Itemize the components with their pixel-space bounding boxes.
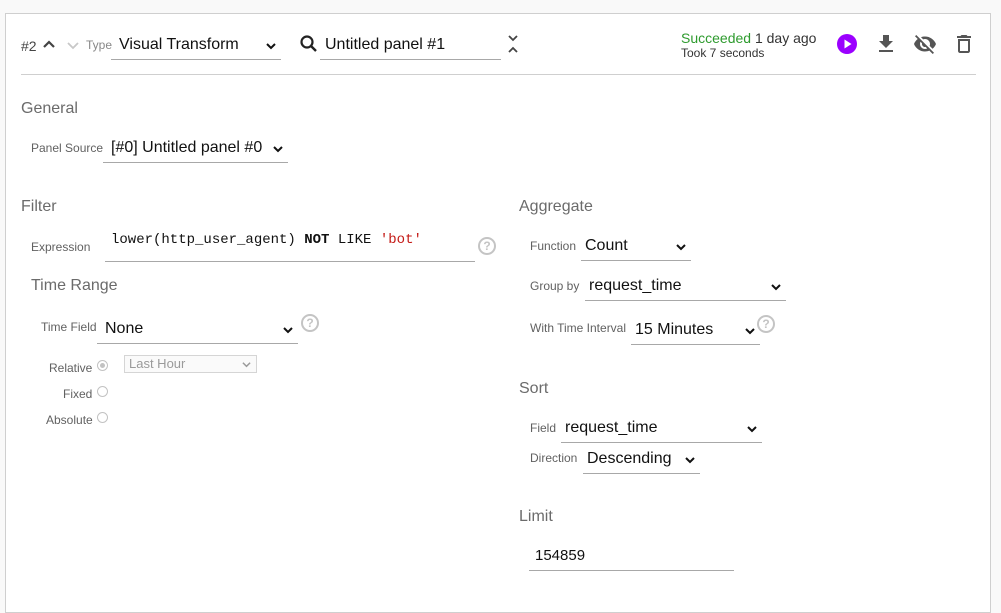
limit-value: 154859 (535, 547, 586, 564)
fixed-label: Fixed (63, 387, 93, 401)
search-icon (300, 35, 317, 52)
expression-keyword: NOT (304, 232, 330, 248)
chevron-down-icon (266, 43, 276, 50)
time-interval-label: With Time Interval (530, 321, 627, 335)
play-icon[interactable] (835, 32, 859, 56)
status-line: Succeeded 1 day ago (681, 30, 816, 46)
chevron-down-icon (283, 327, 293, 334)
download-icon[interactable] (874, 32, 898, 56)
panel-index: #2 (21, 38, 37, 54)
relative-radio[interactable] (97, 360, 108, 371)
sort-field-value: request_time (565, 419, 658, 436)
panel-source-label: Panel Source (31, 141, 104, 155)
section-sort-title: Sort (519, 380, 549, 397)
time-interval-value: 15 Minutes (635, 321, 714, 338)
chevron-down-icon (747, 426, 757, 433)
time-interval-select[interactable]: 15 Minutes (631, 314, 760, 345)
function-label: Function (530, 239, 577, 253)
group-by-value: request_time (589, 277, 682, 294)
header-divider (21, 74, 976, 75)
expression-string: 'bot' (379, 232, 422, 248)
panel-source-select[interactable]: [#0] Untitled panel #0 (103, 132, 288, 163)
type-label: Type (86, 38, 113, 52)
chevron-down-icon (273, 146, 283, 153)
panel-name-value: Untitled panel #1 (325, 36, 446, 53)
expression-part: LIKE (329, 232, 380, 248)
expression-code: lower(http_user_agent) NOT LIKE 'bot' (111, 232, 422, 248)
section-time-range-title: Time Range (31, 277, 118, 294)
time-field-label: Time Field (41, 320, 97, 334)
help-icon[interactable]: ? (301, 314, 319, 332)
duration-text: Took 7 seconds (681, 46, 765, 60)
absolute-label: Absolute (46, 413, 93, 427)
sort-direction-value: Descending (587, 450, 672, 467)
help-icon[interactable]: ? (757, 315, 775, 333)
chevron-down-icon[interactable] (66, 41, 80, 51)
trash-icon[interactable] (952, 32, 976, 56)
sort-field-select[interactable]: request_time (561, 412, 762, 443)
time-field-select[interactable]: None (97, 313, 298, 344)
chevron-up-icon[interactable] (42, 39, 56, 49)
chevron-down-icon (685, 457, 695, 464)
chevron-down-icon (745, 328, 755, 335)
relative-label: Relative (49, 361, 93, 375)
panel-source-value: [#0] Untitled panel #0 (111, 139, 263, 156)
time-field-value: None (105, 320, 144, 337)
relative-range-value: Last Hour (129, 356, 186, 371)
section-general-title: General (21, 100, 78, 117)
expression-part: lower(http_user_agent) (111, 232, 305, 248)
expression-editor[interactable]: lower(http_user_agent) NOT LIKE 'bot' (105, 226, 475, 262)
panel-name-input[interactable]: Untitled panel #1 (320, 29, 501, 60)
type-select[interactable]: Visual Transform (111, 29, 281, 60)
function-value: Count (585, 237, 628, 254)
group-by-label: Group by (530, 279, 580, 293)
section-filter-title: Filter (21, 198, 57, 215)
function-select[interactable]: Count (581, 230, 691, 261)
chevron-down-icon (242, 362, 251, 368)
expand-collapse-icon[interactable] (507, 33, 519, 55)
panel-card: #2 Type Visual Transform Untitled panel … (5, 13, 991, 613)
fixed-radio[interactable] (97, 386, 108, 397)
visibility-off-icon[interactable] (913, 32, 937, 56)
section-aggregate-title: Aggregate (519, 198, 593, 215)
chevron-down-icon (676, 244, 686, 251)
section-limit-title: Limit (519, 508, 553, 525)
limit-input[interactable]: 154859 (529, 540, 734, 571)
group-by-select[interactable]: request_time (585, 270, 786, 301)
expression-label: Expression (31, 240, 91, 254)
help-icon[interactable]: ? (478, 237, 496, 255)
status-time: 1 day ago (754, 30, 817, 46)
sort-field-label: Field (530, 421, 557, 435)
relative-range-select[interactable]: Last Hour (124, 355, 257, 373)
sort-direction-select[interactable]: Descending (583, 443, 700, 474)
status-text: Succeeded (681, 30, 752, 46)
absolute-radio[interactable] (97, 412, 108, 423)
chevron-down-icon (771, 284, 781, 291)
sort-direction-label: Direction (530, 451, 578, 465)
type-select-value: Visual Transform (119, 36, 239, 53)
